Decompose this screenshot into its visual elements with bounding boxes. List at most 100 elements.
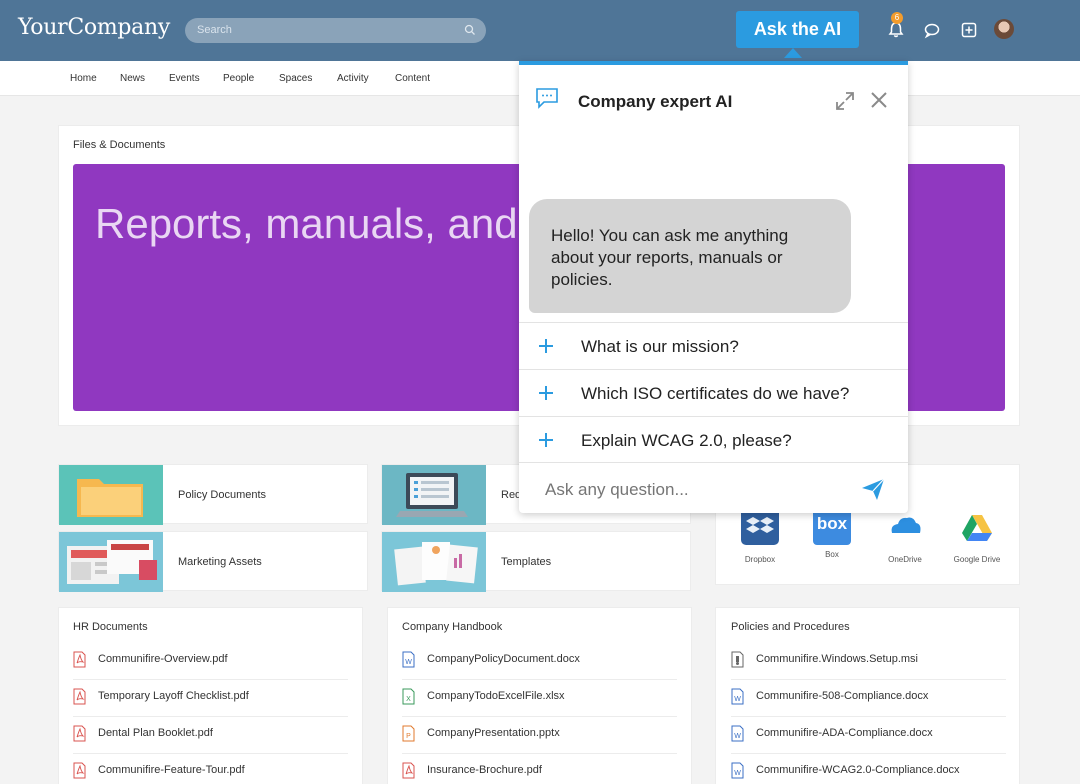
file-name: CompanyPresentation.pptx (427, 727, 560, 739)
tile-policy-documents[interactable]: Policy Documents (58, 464, 368, 525)
pdf-file-icon (73, 688, 86, 705)
search-icon[interactable] (464, 24, 476, 36)
svg-text:W: W (405, 659, 412, 666)
file-row[interactable]: Temporary Layoff Checklist.pdf (73, 680, 348, 717)
nav-home[interactable]: Home (70, 73, 97, 84)
send-icon[interactable] (860, 476, 886, 502)
plus-icon (539, 339, 553, 353)
file-row[interactable]: W Communifire-WCAG2.0-Compliance.docx (731, 754, 1006, 784)
svg-text:X: X (406, 696, 411, 703)
nav-activity[interactable]: Activity (337, 73, 369, 84)
file-name: Dental Plan Booklet.pdf (98, 727, 213, 739)
nav-events[interactable]: Events (169, 73, 200, 84)
file-name: CompanyPolicyDocument.docx (427, 653, 580, 665)
word-file-icon: W (402, 651, 415, 668)
cloud-dropbox[interactable]: Dropbox (730, 507, 790, 564)
file-name: Communifire-WCAG2.0-Compliance.docx (756, 764, 960, 776)
folder-illustration-icon (59, 465, 163, 525)
file-row[interactable]: P CompanyPresentation.pptx (402, 717, 677, 754)
suggestion-label: What is our mission? (581, 337, 739, 356)
file-name: Communifire-508-Compliance.docx (756, 690, 929, 702)
ai-question-input[interactable] (545, 480, 845, 500)
nav-spaces[interactable]: Spaces (279, 73, 312, 84)
powerpoint-file-icon: P (402, 725, 415, 742)
file-name: Communifire-Feature-Tour.pdf (98, 764, 245, 776)
cloud-label: Google Drive (953, 555, 1001, 564)
file-row[interactable]: W CompanyPolicyDocument.docx (402, 643, 677, 680)
suggestion-item[interactable]: What is our mission? (519, 322, 908, 369)
file-row[interactable]: Communifire-Feature-Tour.pdf (73, 754, 348, 784)
plus-square-icon[interactable] (959, 20, 979, 40)
suggestion-item[interactable]: Explain WCAG 2.0, please? (519, 416, 908, 463)
pdf-file-icon (73, 725, 86, 742)
cloud-onedrive[interactable]: OneDrive (875, 507, 935, 564)
laptop-checklist-illustration-icon (382, 465, 486, 525)
expand-icon[interactable] (835, 91, 855, 111)
top-header-bar: YourCompany Search Ask the AI 6 (0, 0, 1080, 61)
plus-icon (539, 386, 553, 400)
file-name: Temporary Layoff Checklist.pdf (98, 690, 249, 702)
plus-icon (539, 433, 553, 447)
pdf-file-icon (402, 762, 415, 779)
templates-illustration-icon (382, 532, 486, 592)
ai-greeting-text: Hello! You can ask me anything about you… (551, 226, 789, 289)
cloud-label: Box (825, 550, 839, 559)
file-name: Communifire.Windows.Setup.msi (756, 653, 918, 665)
svg-text:P: P (406, 733, 411, 740)
file-row[interactable]: Dental Plan Booklet.pdf (73, 717, 348, 754)
suggestion-label: Explain WCAG 2.0, please? (581, 431, 792, 450)
search-bar[interactable]: Search (185, 18, 486, 43)
file-name: Communifire-ADA-Compliance.docx (756, 727, 933, 739)
suggestion-label: Which ISO certificates do we have? (581, 384, 850, 403)
word-file-icon: W (731, 762, 744, 779)
ai-chat-panel: Company expert AI Hello! You can ask me … (519, 61, 908, 513)
notification-badge: 6 (891, 12, 903, 24)
pdf-file-icon (73, 762, 86, 779)
svg-text:W: W (734, 696, 741, 703)
ask-the-ai-button[interactable]: Ask the AI (736, 11, 859, 48)
cloud-box[interactable]: box Box (802, 507, 862, 559)
company-logo[interactable]: YourCompany (18, 15, 170, 40)
suggestion-item[interactable]: Which ISO certificates do we have? (519, 369, 908, 416)
company-handbook-title: Company Handbook (402, 621, 503, 633)
cloud-label: Dropbox (744, 555, 776, 564)
nav-news[interactable]: News (120, 73, 145, 84)
file-row[interactable]: W Communifire-508-Compliance.docx (731, 680, 1006, 717)
file-row[interactable]: X CompanyTodoExcelFile.xlsx (402, 680, 677, 717)
close-icon[interactable] (869, 90, 889, 110)
chat-bubble-icon[interactable] (922, 20, 942, 40)
tile-label: Policy Documents (178, 489, 267, 501)
hr-documents-title: HR Documents (73, 621, 148, 633)
excel-file-icon: X (402, 688, 415, 705)
chat-bubble-icon (536, 88, 558, 109)
file-row[interactable]: Communifire-Overview.pdf (73, 643, 348, 680)
word-file-icon: W (731, 688, 744, 705)
files-documents-title: Files & Documents (73, 139, 166, 151)
file-name: CompanyTodoExcelFile.xlsx (427, 690, 565, 702)
nav-content[interactable]: Content (395, 73, 430, 84)
svg-text:W: W (734, 733, 741, 740)
file-name: Communifire-Overview.pdf (98, 653, 228, 665)
svg-text:W: W (734, 770, 741, 777)
ai-panel-caret (784, 48, 802, 58)
tile-marketing-assets[interactable]: Marketing Assets (58, 531, 368, 592)
ai-panel-title: Company expert AI (578, 92, 733, 111)
search-input[interactable]: Search (197, 24, 232, 36)
tile-label: Templates (501, 556, 552, 568)
file-row[interactable]: W Communifire-ADA-Compliance.docx (731, 717, 1006, 754)
file-row[interactable]: Insurance-Brochure.pdf (402, 754, 677, 784)
file-row[interactable]: Communifire.Windows.Setup.msi (731, 643, 1006, 680)
marketing-assets-illustration-icon (59, 532, 163, 592)
file-name: Insurance-Brochure.pdf (427, 764, 542, 776)
ai-question-input-area (519, 462, 908, 513)
cloud-google-drive[interactable]: Google Drive (947, 507, 1007, 564)
nav-people[interactable]: People (223, 73, 254, 84)
tile-templates[interactable]: Templates (381, 531, 691, 592)
cloud-label: OneDrive (888, 555, 922, 564)
policies-procedures-title: Policies and Procedures (731, 621, 850, 633)
pdf-file-icon (73, 651, 86, 668)
google-drive-icon (962, 515, 992, 541)
ai-greeting-bubble: Hello! You can ask me anything about you… (529, 199, 851, 313)
installer-file-icon (731, 651, 744, 668)
user-avatar[interactable] (994, 19, 1014, 39)
